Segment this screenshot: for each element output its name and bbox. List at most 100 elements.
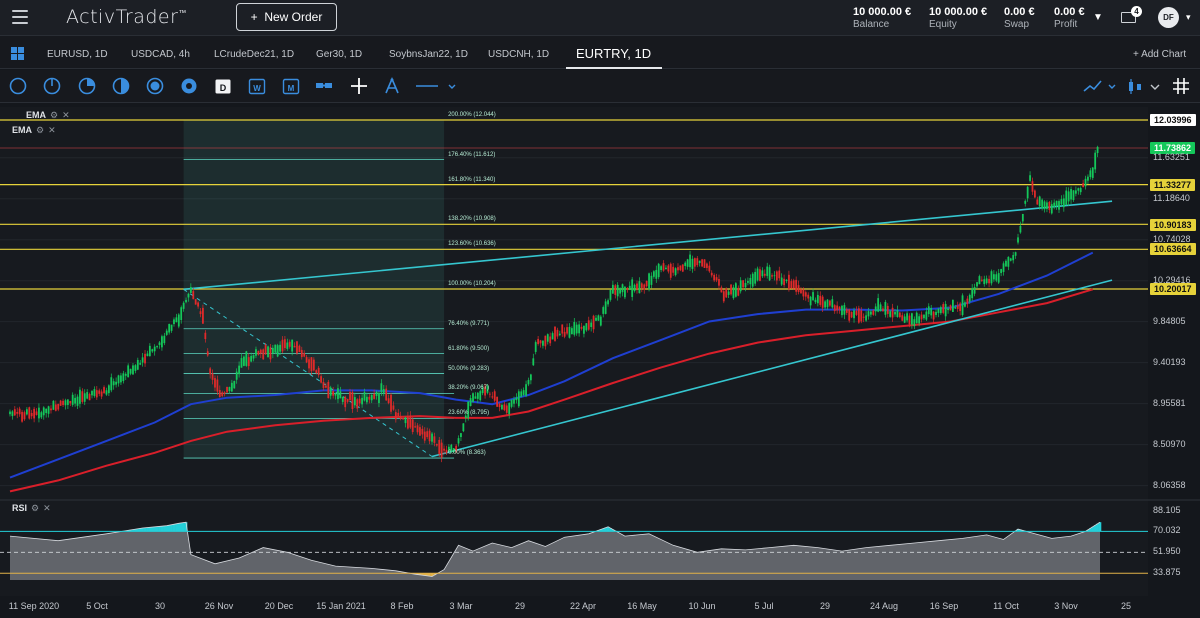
fib-level-label: 38.20% (9.067) xyxy=(448,385,490,392)
line-style-icon[interactable] xyxy=(414,77,456,95)
circle-icon[interactable] xyxy=(9,77,27,95)
settings-icon[interactable]: ⚙ xyxy=(36,125,44,135)
tab-usdcnh[interactable]: USDCNH, 1D xyxy=(488,49,549,60)
candle-body xyxy=(732,287,735,299)
hamburger-menu-icon[interactable] xyxy=(12,10,28,24)
tab-usdcad[interactable]: USDCAD, 4h xyxy=(131,49,190,60)
candle-body xyxy=(462,423,465,432)
chart-type-icon[interactable] xyxy=(1083,77,1117,95)
logo-text: ActivTrader xyxy=(66,6,179,28)
tab-soybns[interactable]: SoybnsJan22, 1D xyxy=(389,49,468,60)
candle-body xyxy=(76,396,79,406)
more-icon[interactable] xyxy=(1150,77,1160,95)
close-icon[interactable]: ✕ xyxy=(43,503,51,513)
settings-icon[interactable]: ⚙ xyxy=(31,503,39,513)
candle-body xyxy=(800,289,802,294)
candle-body xyxy=(665,267,667,270)
candle-body xyxy=(293,345,296,348)
candle-body xyxy=(361,397,363,405)
x-tick-label: 26 Nov xyxy=(204,601,234,611)
candle-body xyxy=(657,263,660,278)
candle-body xyxy=(575,324,578,334)
candle-body xyxy=(614,285,617,295)
candle-body xyxy=(882,308,884,312)
candle-body xyxy=(966,298,969,305)
dot-circle-icon[interactable] xyxy=(180,77,198,95)
half-circle-icon[interactable] xyxy=(112,77,130,95)
candle-body xyxy=(756,268,759,281)
x-tick-label: 24 Aug xyxy=(869,601,899,611)
candle-body xyxy=(479,391,482,401)
candle-body xyxy=(409,415,412,428)
layout-grid-icon[interactable] xyxy=(11,47,24,60)
tab-eurtry[interactable]: EURTRY, 1D xyxy=(576,46,651,61)
settings-icon[interactable]: ⚙ xyxy=(50,110,58,120)
candle-body xyxy=(720,287,723,293)
pie-icon[interactable] xyxy=(78,77,96,95)
candle-body xyxy=(643,284,646,290)
candle-body xyxy=(947,308,949,311)
calendar-w-icon[interactable]: W xyxy=(248,77,266,95)
candle-body xyxy=(472,393,474,402)
candle-body xyxy=(1082,183,1085,187)
swap-field: 0.00 € Swap xyxy=(1004,6,1035,30)
candle-body xyxy=(696,258,699,266)
candle-body xyxy=(240,358,243,368)
caret-down-icon[interactable]: ▼ xyxy=(1093,12,1103,23)
calendar-d-icon[interactable]: D xyxy=(214,77,232,95)
candle-body xyxy=(1046,202,1048,209)
candle-body xyxy=(701,259,704,267)
candle-body xyxy=(797,285,800,292)
plus-icon: + xyxy=(250,10,258,24)
ring-icon[interactable] xyxy=(146,77,164,95)
candle-body xyxy=(814,299,817,303)
candle-body xyxy=(604,301,607,314)
candle-body xyxy=(857,308,860,323)
candle-body xyxy=(633,284,636,292)
chevron-down-icon[interactable]: ▾ xyxy=(1186,12,1191,23)
candle-body xyxy=(375,391,378,396)
candle-body xyxy=(544,335,547,347)
y-tick-label: 10.74028 xyxy=(1153,233,1191,244)
tab-ger30[interactable]: Ger30, 1D xyxy=(316,49,362,60)
candle-body xyxy=(346,398,349,402)
candle-body xyxy=(640,283,643,288)
candle-body xyxy=(337,388,339,400)
draw-icon[interactable] xyxy=(383,77,401,95)
tab-lcrude[interactable]: LCrudeDec21, 1D xyxy=(214,49,294,60)
candle-settings-icon[interactable] xyxy=(1126,77,1144,95)
candle-body xyxy=(891,307,894,318)
close-icon[interactable]: ✕ xyxy=(62,110,70,120)
candle-body xyxy=(749,277,752,285)
circle-segment-icon[interactable] xyxy=(43,77,61,95)
candle-body xyxy=(173,319,175,325)
candle-body xyxy=(255,349,257,356)
calendar-m-icon[interactable]: M xyxy=(282,77,300,95)
candle-body xyxy=(71,394,74,405)
candle-body xyxy=(257,350,260,355)
grid-icon[interactable] xyxy=(1172,77,1190,95)
candle-body xyxy=(718,279,720,286)
crosshair-icon[interactable] xyxy=(350,77,368,95)
candle-body xyxy=(93,389,96,396)
ema-label-1[interactable]: EMA ⚙ ✕ xyxy=(26,110,70,121)
rsi-label[interactable]: RSI ⚙ ✕ xyxy=(12,503,51,514)
candle-body xyxy=(824,301,826,308)
candle-body xyxy=(995,274,998,281)
candle-body xyxy=(833,305,836,312)
candle-body xyxy=(636,283,638,290)
user-avatar[interactable]: DF xyxy=(1158,7,1179,28)
new-order-button[interactable]: + New Order xyxy=(236,3,337,31)
candle-body xyxy=(426,431,429,438)
bar-link-icon[interactable] xyxy=(315,77,333,95)
top-bar: ActivTrader™ + New Order 10 000.00 € Bala… xyxy=(0,0,1200,36)
tab-eurusd[interactable]: EURUSD, 1D xyxy=(47,49,108,60)
profit-field[interactable]: 0.00 € Profit xyxy=(1054,6,1085,30)
candle-body xyxy=(780,277,783,285)
price-chart[interactable] xyxy=(0,104,1200,618)
candle-body xyxy=(843,305,846,315)
ema-label-2[interactable]: EMA ⚙ ✕ xyxy=(12,125,56,136)
candle-body xyxy=(438,439,441,455)
close-icon[interactable]: ✕ xyxy=(48,125,56,135)
add-chart-button[interactable]: + Add Chart xyxy=(1133,49,1186,60)
